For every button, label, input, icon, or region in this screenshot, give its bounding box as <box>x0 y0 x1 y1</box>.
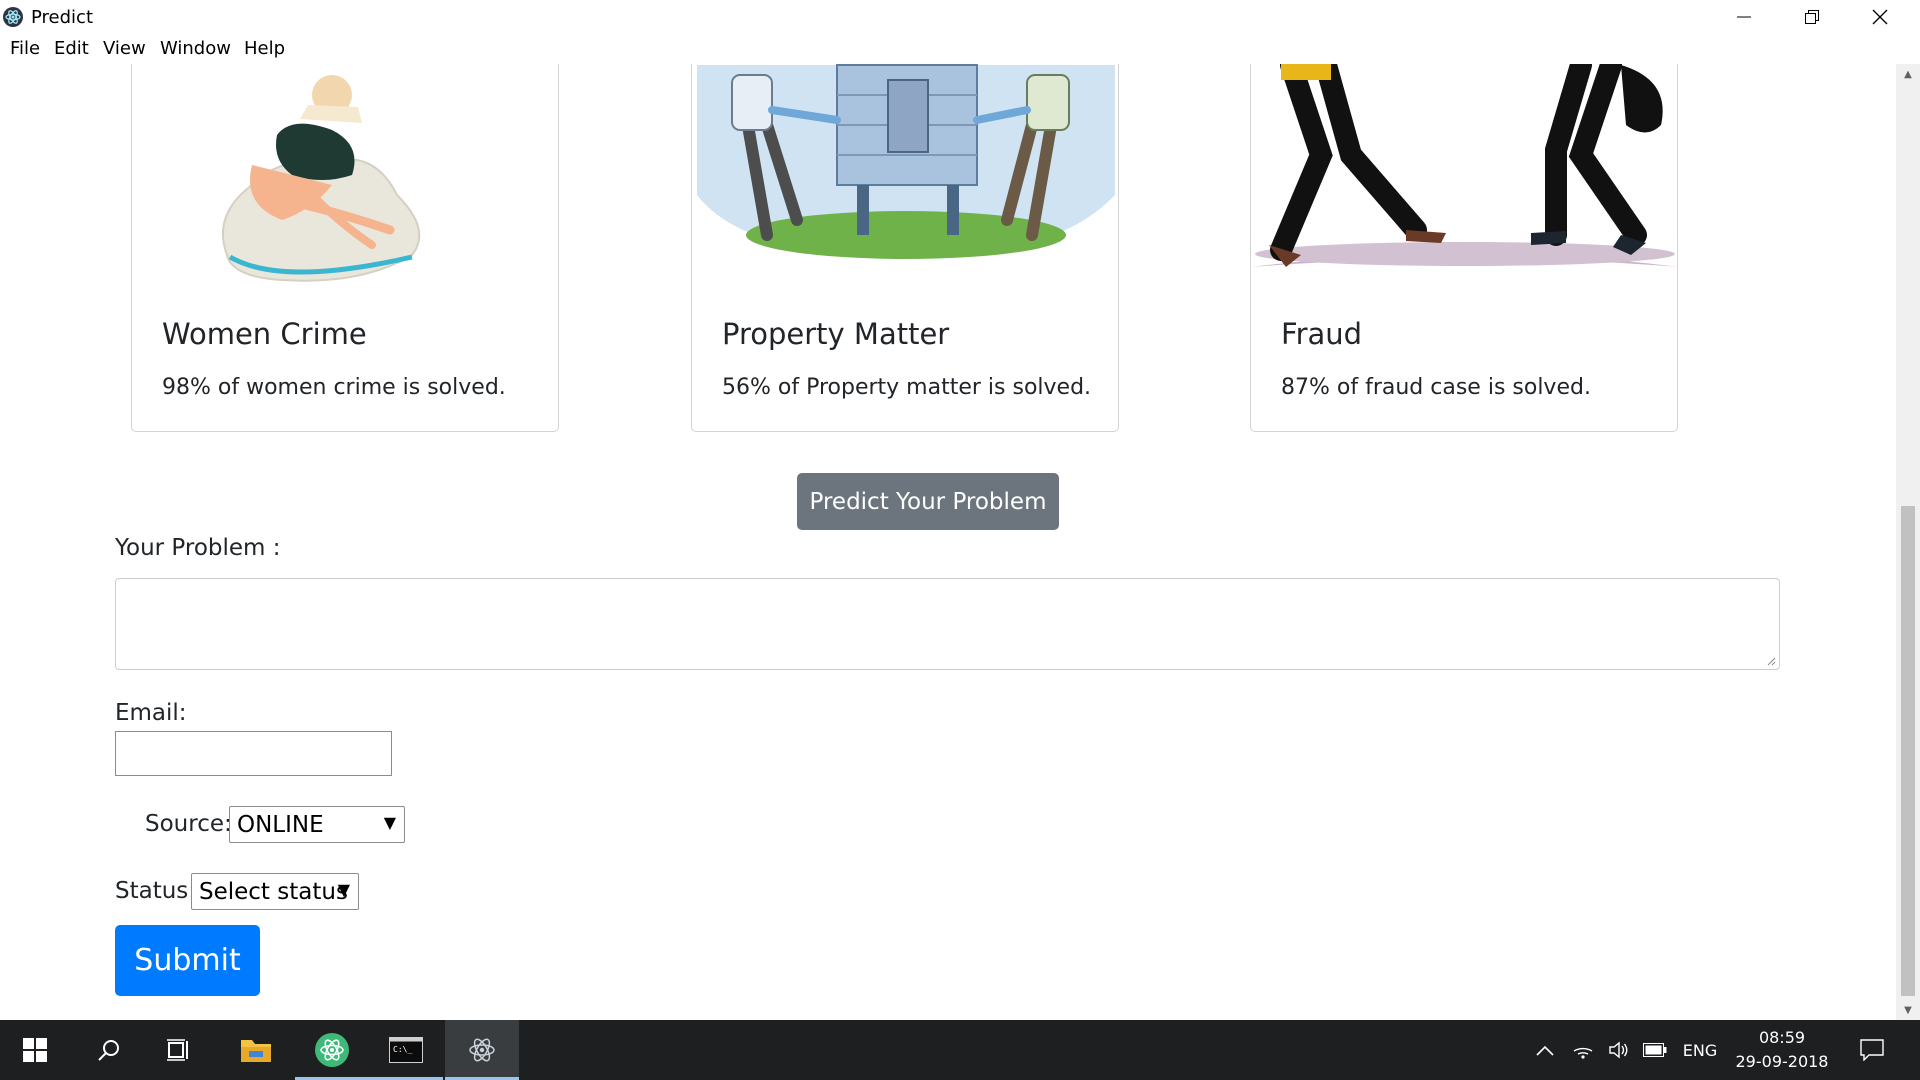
volume-icon <box>1609 1041 1628 1059</box>
dropdown-caret-icon: ▼ <box>337 880 350 899</box>
card-text: 87% of fraud case is solved. <box>1281 375 1591 400</box>
email-label: Email: <box>115 700 187 726</box>
property-matter-illustration <box>692 64 1120 285</box>
title-bar: Predict <box>0 0 1920 34</box>
taskbar-terminal[interactable]: C:\_ <box>369 1020 443 1080</box>
women-crime-illustration <box>132 64 560 285</box>
task-view-button[interactable] <box>142 1020 216 1080</box>
card-text: 56% of Property matter is solved. <box>722 375 1092 400</box>
clock-date: 29-09-2018 <box>1735 1052 1829 1071</box>
submit-button[interactable]: Submit <box>115 925 260 996</box>
input-language-button[interactable]: ENG <box>1678 1020 1722 1080</box>
minimize-button[interactable] <box>1710 0 1778 34</box>
card-property-matter: Property Matter 56% of Property matter i… <box>691 64 1119 432</box>
minimize-icon <box>1737 16 1751 18</box>
chevron-up-icon <box>1536 1045 1554 1056</box>
window-title: Predict <box>31 7 93 28</box>
file-explorer-icon <box>241 1040 271 1062</box>
battery-icon <box>1643 1043 1667 1057</box>
start-button[interactable] <box>0 1020 70 1080</box>
volume-button[interactable] <box>1602 1020 1636 1080</box>
close-button[interactable] <box>1846 0 1914 34</box>
dropdown-caret-icon: ▼ <box>383 813 396 832</box>
taskbar-file-explorer[interactable] <box>219 1020 293 1080</box>
card-text: 98% of women crime is solved. <box>162 375 506 400</box>
card-women-crime: Women Crime 98% of women crime is solved… <box>131 64 559 432</box>
problem-label: Your Problem : <box>115 535 281 561</box>
electron-app-icon <box>3 7 23 27</box>
svg-text:C:\_: C:\_ <box>393 1045 412 1054</box>
task-view-icon <box>167 1039 188 1061</box>
restore-icon <box>1805 10 1819 24</box>
language-indicator: ENG <box>1682 1040 1718 1060</box>
source-label: Source: <box>145 811 232 837</box>
restore-button[interactable] <box>1778 0 1846 34</box>
status-select[interactable]: Select status ▼ <box>191 873 359 910</box>
card-title: Fraud <box>1281 317 1363 351</box>
scroll-thumb[interactable] <box>1901 506 1915 996</box>
taskbar: C:\_ ENG 08:59 29-09-2018 <box>0 1020 1920 1080</box>
scroll-down-icon[interactable]: ▼ <box>1896 1000 1920 1020</box>
close-icon <box>1872 9 1888 25</box>
status-value: Select status <box>199 878 348 905</box>
menu-file[interactable]: File <box>10 38 40 59</box>
menu-help[interactable]: Help <box>244 38 285 59</box>
email-field[interactable] <box>115 731 392 776</box>
card-title: Women Crime <box>162 317 367 351</box>
show-hidden-icons-button[interactable] <box>1530 1020 1560 1080</box>
menu-window[interactable]: Window <box>160 38 231 59</box>
source-value: ONLINE <box>237 811 324 838</box>
predict-your-problem-button[interactable]: Predict Your Problem <box>797 473 1059 530</box>
clock-time: 08:59 <box>1758 1028 1806 1047</box>
search-button[interactable] <box>72 1020 146 1080</box>
taskbar-atom[interactable] <box>295 1020 369 1080</box>
card-fraud: Fraud 87% of fraud case is solved. <box>1250 64 1679 432</box>
problem-textarea[interactable] <box>115 578 1780 670</box>
search-icon <box>98 1040 119 1061</box>
notification-icon <box>1860 1039 1884 1061</box>
taskbar-electron[interactable] <box>445 1020 519 1080</box>
terminal-icon: C:\_ <box>389 1037 423 1063</box>
battery-button[interactable] <box>1638 1020 1672 1080</box>
resize-grip-icon[interactable] <box>1766 656 1776 666</box>
menu-view[interactable]: View <box>103 38 146 59</box>
page-content: Women Crime 98% of women crime is solved… <box>0 64 1896 1020</box>
wifi-icon <box>1573 1047 1593 1059</box>
card-title: Property Matter <box>722 317 950 351</box>
action-center-button[interactable] <box>1850 1020 1894 1080</box>
network-button[interactable] <box>1566 1020 1600 1080</box>
windows-start-icon <box>23 1038 47 1062</box>
vertical-scrollbar[interactable]: ▲ ▼ <box>1896 64 1920 1020</box>
atom-icon <box>315 1033 349 1067</box>
electron-icon <box>469 1038 495 1062</box>
fraud-illustration <box>1251 64 1679 285</box>
scroll-up-icon[interactable]: ▲ <box>1896 64 1920 84</box>
menu-bar: File Edit View Window Help <box>0 34 1920 65</box>
status-label: Status: <box>115 878 197 904</box>
clock[interactable]: 08:59 29-09-2018 <box>1718 1026 1846 1074</box>
source-select[interactable]: ONLINE ▼ <box>229 806 405 843</box>
menu-edit[interactable]: Edit <box>54 38 89 59</box>
